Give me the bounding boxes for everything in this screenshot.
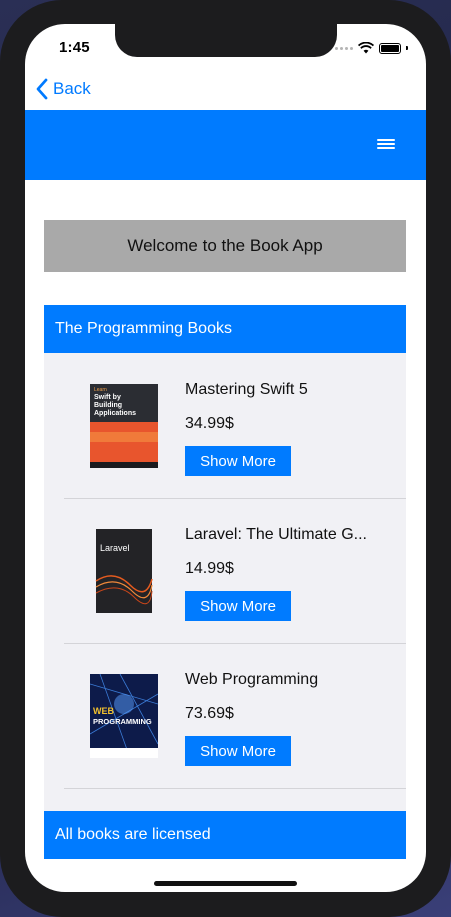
book-cover: Laravel	[95, 529, 153, 613]
phone-frame: 1:45 Back Welcome to the Book App The Pr…	[0, 0, 451, 917]
app-screen: 1:45 Back Welcome to the Book App The Pr…	[25, 24, 426, 892]
cover-text: Laravel	[100, 543, 130, 553]
chevron-left-icon	[36, 78, 48, 100]
menu-icon[interactable]	[377, 139, 395, 151]
home-indicator[interactable]	[154, 881, 297, 886]
battery-icon	[379, 42, 401, 54]
show-more-button[interactable]: Show More	[185, 736, 291, 766]
book-price: 73.69$	[185, 705, 234, 722]
book-cover: Learn Swift by Building Applications	[90, 384, 158, 468]
book-price: 34.99$	[185, 415, 234, 432]
book-title: Laravel: The Ultimate G...	[185, 526, 367, 543]
show-more-button[interactable]: Show More	[185, 446, 291, 476]
back-button[interactable]: Back	[35, 78, 91, 100]
footer-banner: All books are licensed	[44, 811, 406, 859]
status-icons	[335, 42, 408, 54]
welcome-banner: Welcome to the Book App	[44, 220, 406, 272]
back-label: Back	[53, 79, 91, 98]
book-item: Learn Swift by Building Applications Mas…	[64, 353, 406, 499]
cover-text: Applications	[94, 410, 136, 417]
cover-text: WEB	[93, 706, 114, 716]
section-title: The Programming Books	[55, 320, 232, 337]
book-price: 14.99$	[185, 560, 234, 577]
cover-text: PROGRAMMING	[93, 717, 152, 726]
book-cover: WEB PROGRAMMING	[90, 674, 158, 758]
cover-text: Swift by	[94, 394, 121, 401]
book-item: Laravel Laravel: The Ultimate G... 14.99…	[64, 498, 406, 644]
book-title: Web Programming	[185, 671, 319, 688]
book-list: Learn Swift by Building Applications Mas…	[44, 353, 406, 813]
cover-text: Building	[94, 402, 122, 409]
footer-text: All books are licensed	[55, 826, 211, 843]
welcome-text: Welcome to the Book App	[127, 236, 323, 255]
wifi-icon	[358, 42, 374, 54]
app-header	[25, 110, 426, 180]
battery-cap	[406, 46, 408, 50]
status-time: 1:45	[59, 39, 90, 56]
show-more-button[interactable]: Show More	[185, 591, 291, 621]
device-notch	[115, 24, 337, 57]
cover-text: Learn	[94, 387, 107, 393]
cellular-signal-icon	[335, 46, 353, 50]
book-title: Mastering Swift 5	[185, 381, 308, 398]
book-item: WEB PROGRAMMING Web Programming 73.69$ S…	[64, 643, 406, 789]
section-header: The Programming Books	[44, 305, 406, 353]
